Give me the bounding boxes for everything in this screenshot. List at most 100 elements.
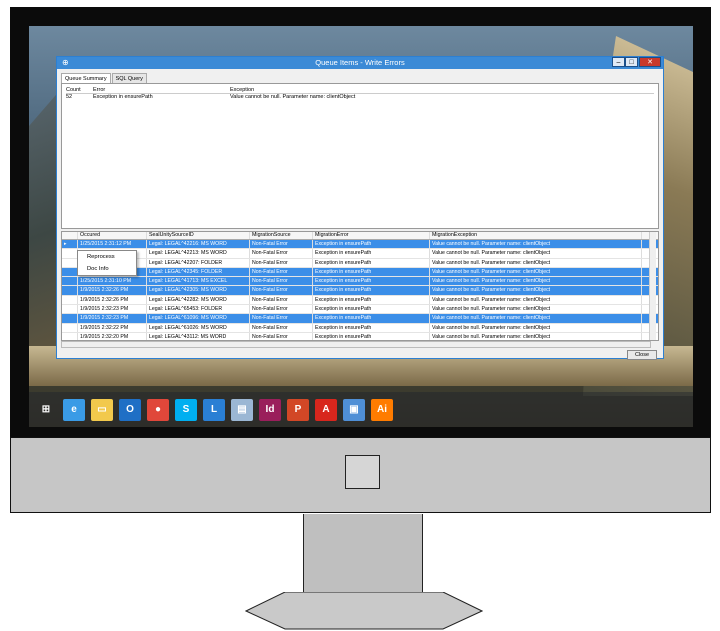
errors-grid-body: ▸ 1/25/2015 2:31:12 PM Legal: LEGAL^42216:…	[62, 240, 658, 340]
row-indicator: ▸	[62, 240, 78, 249]
header-count[interactable]: Count	[66, 87, 93, 93]
cell-seal-unity-source-id: Legal: LEGAL^42345: FOLDER	[147, 267, 250, 277]
cell-seal-unity-source-id: Legal: LEGAL^42207: FOLDER	[147, 258, 250, 267]
windows-start-icon[interactable]: ⊞	[35, 399, 57, 421]
cell-migration-error: Exception in ensurePath	[313, 277, 430, 286]
header-seal-unity-source-id[interactable]: SealUnitySourceID	[147, 232, 250, 239]
summary-error: Exception in ensurePath	[93, 94, 153, 100]
internet-explorer-icon[interactable]: e	[63, 398, 85, 421]
cell-migration-source: Non-Fatal Error	[250, 249, 313, 258]
table-row[interactable]: 1/9/2015 2:32:20 PM Legal: LEGAL^43112: M…	[62, 332, 658, 340]
acrobat-icon[interactable]: A	[315, 398, 337, 421]
chrome-icon[interactable]: ●	[147, 398, 169, 421]
cell-migration-error: Exception in ensurePath	[313, 286, 430, 295]
row-indicator	[62, 314, 78, 323]
cell-occured: 1/25/2015 2:31:12 PM	[78, 240, 147, 249]
cell-seal-unity-source-id: Legal: LEGAL^61026: MS WORD	[147, 323, 250, 332]
table-row[interactable]: 1/25/2015 2:31:10 PMLegal: LEGAL^42345: …	[62, 267, 658, 278]
cell-migration-exception: Value cannot be null. Parameter name: cl…	[430, 323, 642, 332]
summary-exception: Value cannot be null. Parameter name: cl…	[230, 94, 356, 100]
header-migration-error[interactable]: MigrationError	[313, 232, 430, 239]
horizontal-scrollbar[interactable]	[61, 341, 651, 348]
vertical-scrollbar[interactable]	[649, 232, 656, 340]
cell-seal-unity-source-id: Legal: LEGAL^42305: MS WORD	[147, 286, 250, 295]
cell-seal-unity-source-id: Legal: LEGAL^42213: MS WORD	[147, 249, 250, 258]
notepad-icon[interactable]: ▤	[231, 398, 253, 421]
window-titlebar[interactable]: ⊕ Queue Items - Write Errors – □ ✕	[57, 57, 663, 69]
cell-migration-error: Exception in ensurePath	[313, 295, 430, 305]
header-migration-exception[interactable]: MigrationException	[430, 232, 642, 239]
taskbar: ⊞ e ▭ O ● S L ▤ Id P A ▣ Ai	[29, 392, 693, 427]
row-indicator	[62, 277, 78, 286]
header-occured[interactable]: Occured	[78, 232, 147, 239]
cell-seal-unity-source-id: Legal: LEGAL^41713: MS EXCEL	[147, 277, 250, 286]
table-row[interactable]: ▸ 1/25/2015 2:31:12 PM Legal: LEGAL^42216:…	[62, 240, 658, 250]
table-row[interactable]: 1/9/2015 2:32:22 PM Legal: LEGAL^61026: M…	[62, 323, 658, 333]
header-exception[interactable]: Exception	[230, 87, 650, 93]
cell-migration-exception: Value cannot be null. Parameter name: cl…	[430, 258, 642, 267]
header-error[interactable]: Error	[93, 87, 230, 93]
row-indicator	[62, 295, 78, 305]
cell-migration-exception: Value cannot be null. Parameter name: cl…	[430, 277, 642, 286]
cell-migration-exception: Value cannot be null. Parameter name: cl…	[430, 295, 642, 305]
cell-migration-error: Exception in ensurePath	[313, 323, 430, 332]
remote-desktop-icon[interactable]: ▣	[343, 398, 365, 421]
cell-migration-exception: Value cannot be null. Parameter name: cl…	[430, 267, 642, 277]
monitor-illustration: ⊕ Queue Items - Write Errors – □ ✕ Queue…	[0, 0, 720, 631]
cell-migration-error: Exception in ensurePath	[313, 314, 430, 323]
cell-migration-exception: Value cannot be null. Parameter name: cl…	[430, 314, 642, 323]
row-indicator-header	[62, 232, 78, 239]
table-row[interactable]: 1/25/2015 2:31:11 PMLegal: LEGAL^42207: …	[62, 258, 658, 268]
indesign-icon[interactable]: Id	[259, 398, 281, 421]
table-row[interactable]: 1/25/2015 2:31:11 PMLegal: LEGAL^42213: …	[62, 249, 658, 259]
cell-occured: 1/25/2015 2:31:10 PM	[78, 277, 147, 286]
cell-migration-source: Non-Fatal Error	[250, 323, 313, 332]
errors-grid: Occured SealUnitySourceID MigrationSourc…	[61, 231, 659, 341]
table-row[interactable]: 1/9/2015 2:32:23 PM Legal: LEGAL^61096: M…	[62, 314, 658, 324]
errors-grid-header: Occured SealUnitySourceID MigrationSourc…	[62, 232, 658, 240]
table-row[interactable]: 1/9/2015 2:32:26 PM Legal: LEGAL^42282: M…	[62, 295, 658, 306]
menu-item-doc-info[interactable]: Doc Info	[78, 263, 136, 275]
minimize-button[interactable]: –	[612, 57, 625, 67]
skype-icon[interactable]: S	[175, 398, 197, 421]
close-window-button[interactable]: ✕	[639, 57, 661, 67]
cell-migration-source: Non-Fatal Error	[250, 258, 313, 267]
lync-icon[interactable]: L	[203, 398, 225, 421]
header-migration-source[interactable]: MigrationSource	[250, 232, 313, 239]
row-indicator	[62, 305, 78, 314]
desktop-screen: ⊕ Queue Items - Write Errors – □ ✕ Queue…	[29, 26, 693, 427]
row-indicator	[62, 323, 78, 332]
table-row[interactable]: 1/9/2015 2:32:23 PM Legal: LEGAL^65453: F…	[62, 305, 658, 315]
cell-migration-exception: Value cannot be null. Parameter name: cl…	[430, 286, 642, 295]
table-row[interactable]: 1/25/2015 2:31:10 PM Legal: LEGAL^41713: …	[62, 277, 658, 287]
cell-occured: 1/9/2015 2:32:20 PM	[78, 332, 147, 340]
summary-row[interactable]: 52 Exception in ensurePath Value cannot …	[66, 94, 654, 101]
cell-occured: 1/9/2015 2:32:26 PM	[78, 295, 147, 305]
tab-sql-query[interactable]: SQL Query	[111, 73, 147, 83]
tab-queue-summary[interactable]: Queue Summary	[61, 73, 111, 83]
window-title: Queue Items - Write Errors	[315, 58, 405, 67]
cell-migration-error: Exception in ensurePath	[313, 249, 430, 258]
summary-grid: Count Error Exception 52 Exception in en…	[66, 87, 654, 101]
row-indicator	[62, 267, 78, 277]
row-indicator	[62, 332, 78, 340]
cell-migration-error: Exception in ensurePath	[313, 332, 430, 340]
cell-migration-error: Exception in ensurePath	[313, 267, 430, 277]
cell-occured: 1/9/2015 2:32:23 PM	[78, 305, 147, 314]
cell-seal-unity-source-id: Legal: LEGAL^42216: MS WORD	[147, 240, 250, 249]
menu-item-reprocess[interactable]: Reprocess	[78, 251, 136, 263]
cell-migration-source: Non-Fatal Error	[250, 277, 313, 286]
illustrator-icon[interactable]: Ai	[371, 398, 393, 421]
outlook-icon[interactable]: O	[119, 398, 141, 421]
cell-occured: 1/9/2015 2:32:23 PM	[78, 314, 147, 323]
close-button[interactable]: Close	[627, 350, 657, 360]
cell-migration-error: Exception in ensurePath	[313, 258, 430, 267]
row-indicator	[62, 249, 78, 258]
maximize-button[interactable]: □	[625, 57, 638, 67]
summary-count: 52	[66, 94, 73, 100]
table-row[interactable]: 1/9/2015 2:32:26 PM Legal: LEGAL^42305: M…	[62, 286, 658, 296]
powerpoint-icon[interactable]: P	[287, 398, 309, 421]
context-menu: Reprocess Doc Info	[77, 250, 137, 276]
cell-migration-source: Non-Fatal Error	[250, 240, 313, 249]
file-explorer-icon[interactable]: ▭	[91, 398, 113, 421]
